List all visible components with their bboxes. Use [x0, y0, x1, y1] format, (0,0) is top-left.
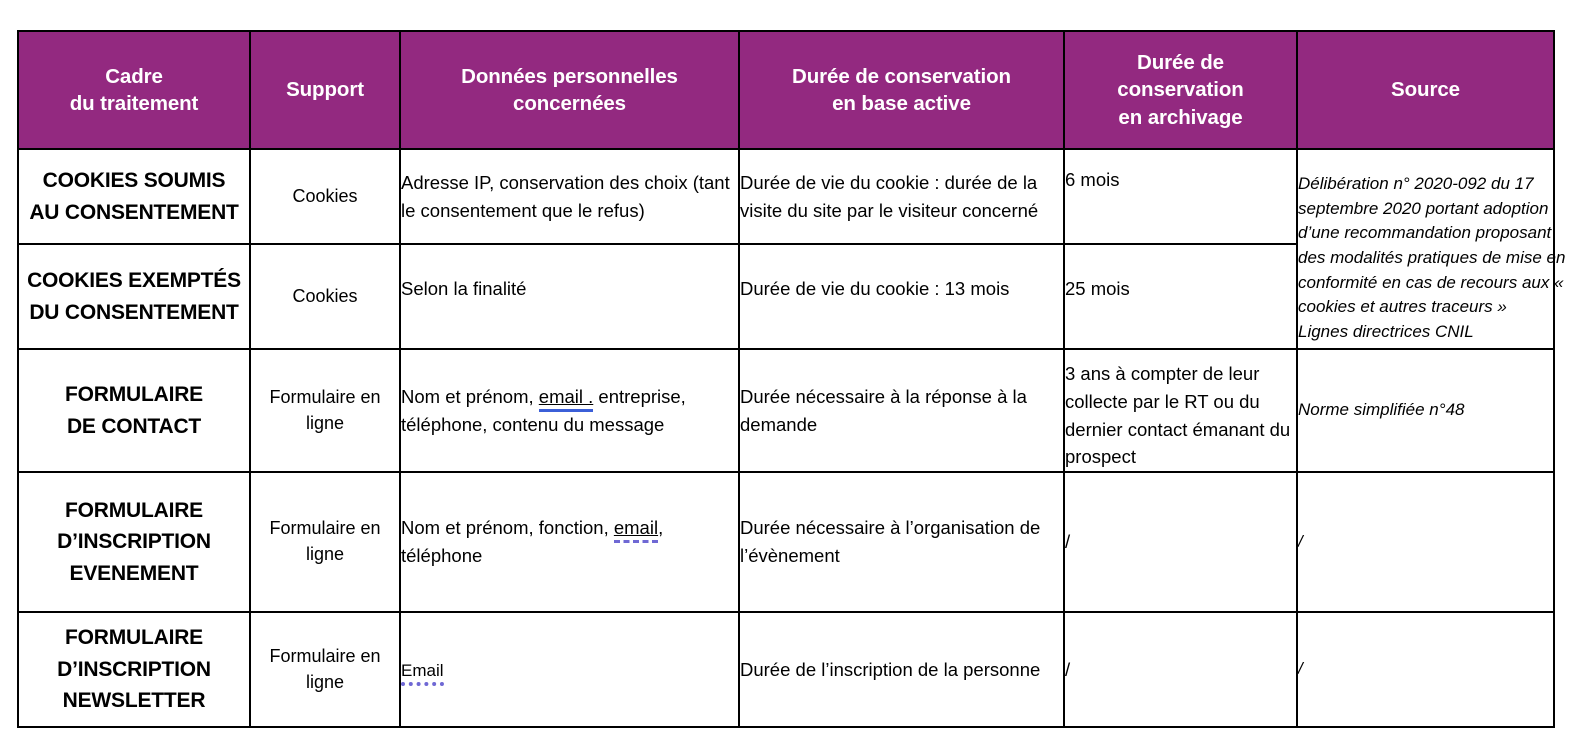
cell-cadre-line2: D’INSCRIPTION	[57, 657, 211, 681]
column-header-support: Support	[249, 30, 401, 150]
email-link[interactable]: email	[614, 517, 658, 538]
cell-duree-active: Durée de vie du cookie : 13 mois	[738, 243, 1065, 350]
column-header-donnees: Données personnelles concernées	[399, 30, 740, 150]
source-line-1: Délibération n° 2020-092 du 17	[1298, 174, 1534, 193]
column-header-duree-archivage-line3: en archivage	[1118, 105, 1243, 129]
retention-periods-table: Cadre du traitement Support Données pers…	[17, 30, 1565, 728]
cell-cadre: COOKIES SOUMIS AU CONSENTEMENT	[17, 148, 251, 245]
cell-cadre-line2: AU CONSENTEMENT	[29, 200, 239, 224]
cell-duree-archivage: 25 mois	[1063, 243, 1298, 350]
column-header-duree-active-line2: en base active	[832, 92, 971, 115]
column-header-donnees-line1: Données personnelles	[461, 64, 678, 88]
cell-support: Cookies	[249, 148, 401, 245]
cell-support: Formulaire en ligne	[249, 471, 401, 613]
source-line-3: d’une recommandation proposant	[1298, 223, 1552, 243]
cell-cadre-line1: COOKIES SOUMIS	[42, 169, 226, 192]
table-row: FORMULAIRE D’INSCRIPTION NEWSLETTER Form…	[17, 611, 1555, 728]
cell-source: /	[1296, 611, 1555, 728]
cell-cadre: FORMULAIRE DE CONTACT	[17, 348, 251, 473]
cell-cadre-line1: FORMULAIRE	[65, 626, 203, 650]
cell-duree-archivage: 3 ans à compter de leur collecte par le …	[1063, 348, 1298, 473]
column-header-duree-archivage-line1: Durée de	[1137, 51, 1224, 75]
email-link[interactable]: Email	[401, 661, 444, 680]
cell-donnees: Nom et prénom, fonction, email, téléphon…	[399, 471, 740, 613]
cell-cadre-line3: EVENEMENT	[69, 561, 199, 585]
column-header-duree-archivage-line2: conservation	[1117, 78, 1244, 102]
column-header-duree-active: Durée de conservation en base active	[738, 30, 1065, 150]
header-row: Cadre du traitement Support Données pers…	[17, 30, 1555, 150]
cell-support: Formulaire en ligne	[249, 348, 401, 473]
source-line-7: Lignes directrices CNIL	[1298, 321, 1474, 341]
cell-cadre-line2: D’INSCRIPTION	[57, 530, 211, 554]
cell-donnees: Nom et prénom, email . entreprise, télép…	[399, 348, 740, 473]
cell-donnees: Selon la finalité	[399, 243, 740, 350]
column-header-source-line1: Source	[1391, 78, 1460, 102]
cell-cadre-line1: COOKIES EXEMPTÉS	[27, 269, 241, 292]
table-row: FORMULAIRE D’INSCRIPTION EVENEMENT Formu…	[17, 471, 1555, 613]
cell-cadre: COOKIES EXEMPTÉS DU CONSENTEMENT	[17, 243, 251, 350]
cell-duree-active: Durée de l’inscription de la personne	[738, 611, 1065, 728]
table-header: Cadre du traitement Support Données pers…	[17, 30, 1555, 150]
cell-support: Cookies	[249, 243, 401, 350]
cell-cadre: FORMULAIRE D’INSCRIPTION EVENEMENT	[17, 471, 251, 613]
cell-duree-archivage: /	[1063, 611, 1298, 728]
column-header-support-line1: Support	[286, 78, 364, 102]
email-link[interactable]: email .	[539, 386, 594, 408]
table-row: COOKIES SOUMIS AU CONSENTEMENT Cookies A…	[17, 148, 1565, 350]
cell-duree-archivage: /	[1063, 471, 1298, 613]
cell-donnees: Adresse IP, conservation des choix (tant…	[399, 148, 740, 245]
column-header-duree-archivage: Durée de conservation en archivage	[1063, 30, 1298, 150]
donnees-text-before: Nom et prénom, fonction,	[401, 517, 614, 539]
column-header-duree-active-line1: Durée de conservation	[792, 64, 1011, 88]
cell-duree-active: Durée nécessaire à la réponse à la deman…	[738, 348, 1065, 473]
source-line-2: septembre 2020 portant adoption	[1298, 198, 1549, 218]
cell-source: /	[1296, 471, 1555, 613]
cell-cadre: FORMULAIRE D’INSCRIPTION NEWSLETTER	[17, 611, 251, 728]
column-header-donnees-line2: concernées	[513, 92, 626, 115]
column-header-cadre: Cadre du traitement	[17, 30, 251, 150]
donnees-text-before: Nom et prénom,	[401, 385, 539, 407]
column-header-cadre-line2: du traitement	[69, 92, 199, 115]
column-header-source: Source	[1296, 30, 1555, 150]
cell-duree-active: Durée nécessaire à l’organisation de l’é…	[738, 471, 1065, 613]
cell-cadre-line1: FORMULAIRE	[65, 498, 203, 522]
table-body: COOKIES SOUMIS AU CONSENTEMENT Cookies A…	[17, 148, 1565, 728]
table-row: FORMULAIRE DE CONTACT Formulaire en lign…	[17, 348, 1555, 473]
cell-cadre-line1: FORMULAIRE	[65, 383, 203, 406]
column-header-cadre-line1: Cadre	[105, 64, 163, 88]
cell-cadre-line2: DE CONTACT	[66, 414, 202, 438]
source-line-6: cookies et autres traceurs »	[1298, 297, 1507, 317]
cell-cadre-line2: DU CONSENTEMENT	[29, 300, 239, 324]
cell-donnees: Email	[399, 611, 740, 728]
cell-cadre-line3: NEWSLETTER	[62, 689, 206, 713]
cell-source: Norme simplifiée n°48	[1296, 348, 1555, 473]
cell-duree-active: Durée de vie du cookie : durée de la vis…	[738, 148, 1065, 245]
data-table-container: Cadre du traitement Support Données pers…	[17, 30, 1565, 728]
cell-duree-archivage: 6 mois	[1063, 148, 1298, 245]
cell-source-cookies: Délibération n° 2020-092 du 17 septembre…	[1296, 148, 1566, 350]
source-line-5: conformité en cas de recours aux «	[1298, 272, 1564, 292]
source-line-4: des modalités pratiques de mise en	[1298, 247, 1566, 267]
cell-support: Formulaire en ligne	[249, 611, 401, 728]
